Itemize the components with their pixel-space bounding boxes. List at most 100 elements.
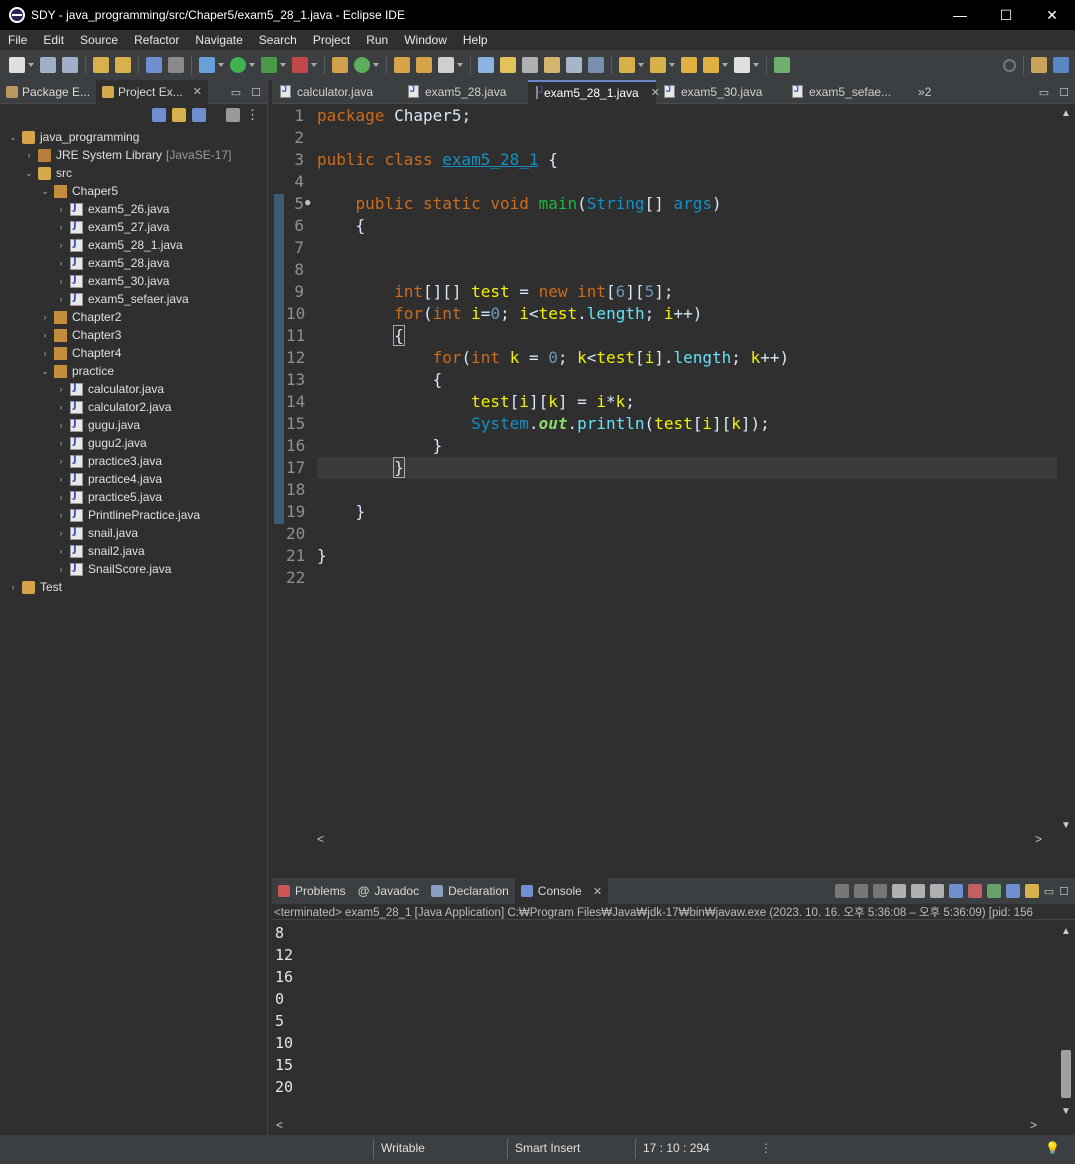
skip-breakpoints-icon[interactable] xyxy=(168,57,184,73)
tree-item[interactable]: › snail.java xyxy=(0,524,267,542)
display-console-icon[interactable] xyxy=(1005,884,1020,898)
chevron-right-icon[interactable]: › xyxy=(40,312,50,322)
remove-all-terminated-icon[interactable] xyxy=(872,884,887,898)
status-menu-icon[interactable]: ⋮ xyxy=(760,1141,772,1155)
chevron-right-icon[interactable]: › xyxy=(8,582,18,592)
redo-icon[interactable] xyxy=(115,57,131,73)
maximize-view-icon[interactable]: ☐ xyxy=(1059,86,1069,99)
last-edit-icon[interactable] xyxy=(681,57,697,73)
pin-editor-icon[interactable] xyxy=(774,57,790,73)
pin-console-icon[interactable] xyxy=(986,884,1001,898)
chevron-right-icon[interactable]: › xyxy=(56,528,66,538)
open-task-icon[interactable] xyxy=(416,57,432,73)
menu-navigate[interactable]: Navigate xyxy=(187,33,250,47)
tree-item[interactable]: › exam5_27.java xyxy=(0,218,267,236)
chevron-right-icon[interactable]: › xyxy=(24,150,34,160)
tree-item[interactable]: › exam5_28_1.java xyxy=(0,236,267,254)
scroll-right-icon[interactable]: > xyxy=(1035,832,1042,846)
tab-console[interactable]: Console ✕ xyxy=(514,878,609,904)
scroll-right-icon[interactable]: > xyxy=(1030,1118,1037,1132)
console-output[interactable]: 8 12 16 0 5 10 15 20 xyxy=(272,922,1057,1118)
editor-tab-exam5-28-1[interactable]: exam5_28_1.java✕ xyxy=(528,79,660,104)
tree-item[interactable]: › exam5_sefaer.java xyxy=(0,290,267,308)
minimize-view-icon[interactable]: ▭ xyxy=(231,86,241,99)
editor-tab-exam5-sefaer[interactable]: exam5_sefae... xyxy=(784,80,912,104)
tree-item[interactable]: › Chapter4 xyxy=(0,344,267,362)
chevron-down-icon[interactable]: ⌄ xyxy=(40,366,50,377)
external-tools-icon[interactable] xyxy=(292,57,308,73)
scroll-up-icon[interactable]: ▲ xyxy=(1061,108,1071,119)
tree-item[interactable]: › Chapter2 xyxy=(0,308,267,326)
tab-package-explorer[interactable]: Package E... xyxy=(0,80,96,104)
tree-item[interactable]: › Chapter3 xyxy=(0,326,267,344)
scroll-lock-icon[interactable] xyxy=(910,884,925,898)
insert-mode-status[interactable]: Smart Insert xyxy=(515,1141,580,1155)
java-perspective-icon[interactable] xyxy=(1053,57,1069,73)
tree-item[interactable]: › gugu2.java xyxy=(0,434,267,452)
maximize-view-icon[interactable]: ☐ xyxy=(251,86,261,99)
show-whitespace-icon[interactable] xyxy=(566,57,582,73)
prev-annotation-icon[interactable] xyxy=(650,57,666,73)
tab-declaration[interactable]: Declaration xyxy=(425,878,515,904)
menu-file[interactable]: File xyxy=(0,33,35,47)
tab-overflow-button[interactable]: »2 xyxy=(912,85,937,99)
highlight-icon[interactable] xyxy=(500,57,516,73)
open-console-icon[interactable] xyxy=(146,57,162,73)
editor-vertical-scrollbar[interactable]: ▲ ▼ xyxy=(1057,104,1075,832)
tree-item[interactable]: › JRE System Library [JavaSE-17] xyxy=(0,146,267,164)
chevron-right-icon[interactable]: › xyxy=(56,204,66,214)
editor-horizontal-scrollbar[interactable]: < > xyxy=(317,832,1042,848)
minimize-button[interactable]: — xyxy=(937,0,983,30)
chevron-right-icon[interactable]: › xyxy=(56,456,66,466)
notification-icon[interactable]: 💡 xyxy=(1045,1141,1060,1155)
link-with-editor-icon[interactable] xyxy=(172,108,186,122)
chevron-down-icon[interactable]: ⌄ xyxy=(24,168,34,179)
scroll-left-icon[interactable]: < xyxy=(276,1118,283,1132)
chevron-right-icon[interactable]: › xyxy=(56,240,66,250)
new-java-class-icon[interactable] xyxy=(354,57,370,73)
open-perspective-icon[interactable] xyxy=(1031,57,1047,73)
chevron-right-icon[interactable]: › xyxy=(56,438,66,448)
tab-project-explorer[interactable]: Project Ex... ✕ xyxy=(96,79,208,104)
block-selection-icon[interactable] xyxy=(522,57,538,73)
next-annotation-icon[interactable] xyxy=(619,57,635,73)
run-icon[interactable] xyxy=(230,57,246,73)
view-menu-icon[interactable]: ⋮ xyxy=(246,107,259,123)
debug-icon[interactable] xyxy=(199,57,215,73)
save-icon[interactable] xyxy=(40,57,56,73)
menu-source[interactable]: Source xyxy=(72,33,126,47)
menu-search[interactable]: Search xyxy=(251,33,305,47)
tree-item[interactable]: › practice5.java xyxy=(0,488,267,506)
tree-item[interactable]: › exam5_26.java xyxy=(0,200,267,218)
editor-tab-exam5-30[interactable]: exam5_30.java xyxy=(656,80,784,104)
terminate-icon[interactable] xyxy=(834,884,849,898)
search-tool-icon[interactable] xyxy=(438,57,454,73)
tree-item[interactable]: ⌄ practice xyxy=(0,362,267,380)
forward-icon[interactable] xyxy=(734,57,750,73)
view-menu-focus-icon[interactable] xyxy=(226,108,240,122)
tree-item[interactable]: › calculator.java xyxy=(0,380,267,398)
tree-item[interactable]: › SnailScore.java xyxy=(0,560,267,578)
editor-tab-exam5-28[interactable]: exam5_28.java xyxy=(400,80,528,104)
chevron-right-icon[interactable]: › xyxy=(56,222,66,232)
chevron-right-icon[interactable]: › xyxy=(56,420,66,430)
remove-launch-icon[interactable] xyxy=(853,884,868,898)
minimize-view-icon[interactable]: ▭ xyxy=(1044,885,1054,898)
mark-occurrences-icon[interactable] xyxy=(478,57,494,73)
tree-item[interactable]: › exam5_28.java xyxy=(0,254,267,272)
menu-refactor[interactable]: Refactor xyxy=(126,33,187,47)
menu-window[interactable]: Window xyxy=(396,33,455,47)
menu-help[interactable]: Help xyxy=(455,33,496,47)
tree-item[interactable]: ⌄ Chaper5 xyxy=(0,182,267,200)
back-icon[interactable] xyxy=(703,57,719,73)
undo-icon[interactable] xyxy=(93,57,109,73)
menu-project[interactable]: Project xyxy=(305,33,358,47)
chevron-right-icon[interactable]: › xyxy=(56,402,66,412)
filter-icon[interactable] xyxy=(192,108,206,122)
chevron-right-icon[interactable]: › xyxy=(40,330,50,340)
open-type-icon[interactable] xyxy=(394,57,410,73)
tree-item[interactable]: ⌄ src xyxy=(0,164,267,182)
chevron-right-icon[interactable]: › xyxy=(56,564,66,574)
scroll-left-icon[interactable]: < xyxy=(317,832,324,846)
chevron-right-icon[interactable]: › xyxy=(56,474,66,484)
